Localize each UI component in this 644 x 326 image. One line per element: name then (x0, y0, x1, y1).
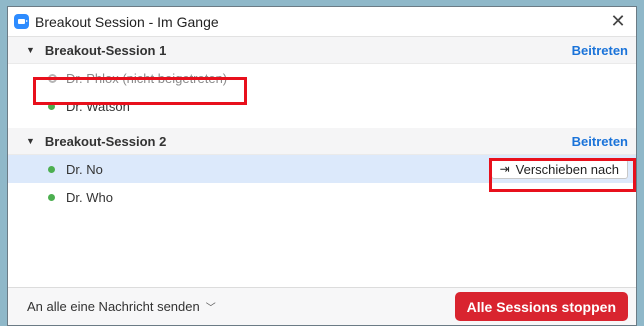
status-dot-not-joined-icon (48, 73, 57, 83)
session-name: Breakout-Session 1 (44, 42, 167, 58)
caret-down-icon[interactable]: ▼ (26, 136, 35, 146)
move-to-button[interactable]: ⇥ Verschieben nach (490, 159, 628, 179)
participant-row-selected[interactable]: Dr. No ⇥ Verschieben nach (8, 155, 636, 183)
participant-row[interactable]: Dr. Who (8, 183, 636, 211)
breakout-sessions-window: Breakout Session - Im Gange ✕ ▼ Breakout… (7, 6, 637, 326)
join-session-1-link[interactable]: Beitreten (572, 43, 628, 58)
status-dot-joined-icon (48, 165, 55, 173)
participant-name: Dr. No (66, 161, 103, 177)
stop-all-sessions-button[interactable]: Alle Sessions stoppen (454, 292, 628, 321)
caret-down-icon[interactable]: ▼ (26, 45, 35, 55)
participant-row[interactable]: Dr. Phlox (nicht beigetreten) (8, 64, 636, 92)
participant-name: Dr. Phlox (nicht beigetreten) (66, 70, 228, 86)
broadcast-message-dropdown[interactable]: An alle eine Nachricht senden ﹀ (27, 299, 455, 314)
session-name: Breakout-Session 2 (44, 133, 167, 149)
status-dot-joined-icon (48, 193, 55, 201)
move-arrow-icon: ⇥ (499, 162, 510, 176)
participant-row[interactable]: Dr. Watson (8, 92, 636, 120)
broadcast-message-label: An alle eine Nachricht senden (27, 299, 200, 314)
window-title: Breakout Session - Im Gange (35, 13, 219, 30)
zoom-camera-icon (14, 14, 29, 29)
close-icon[interactable]: ✕ (608, 11, 628, 32)
session-header-1[interactable]: ▼ Breakout-Session 1 Beitreten (8, 37, 636, 64)
chevron-down-icon: ﹀ (205, 303, 216, 314)
join-session-2-link[interactable]: Beitreten (572, 134, 628, 149)
footer-bar: An alle eine Nachricht senden ﹀ Alle Ses… (8, 287, 636, 325)
participant-name: Dr. Who (66, 189, 113, 205)
participant-name: Dr. Watson (66, 98, 130, 114)
move-to-label: Verschieben nach (515, 161, 619, 177)
session-header-2[interactable]: ▼ Breakout-Session 2 Beitreten (8, 128, 636, 155)
status-dot-joined-icon (48, 102, 55, 110)
title-bar: Breakout Session - Im Gange ✕ (8, 7, 636, 37)
sessions-list: ▼ Breakout-Session 1 Beitreten Dr. Phlox… (8, 37, 636, 287)
